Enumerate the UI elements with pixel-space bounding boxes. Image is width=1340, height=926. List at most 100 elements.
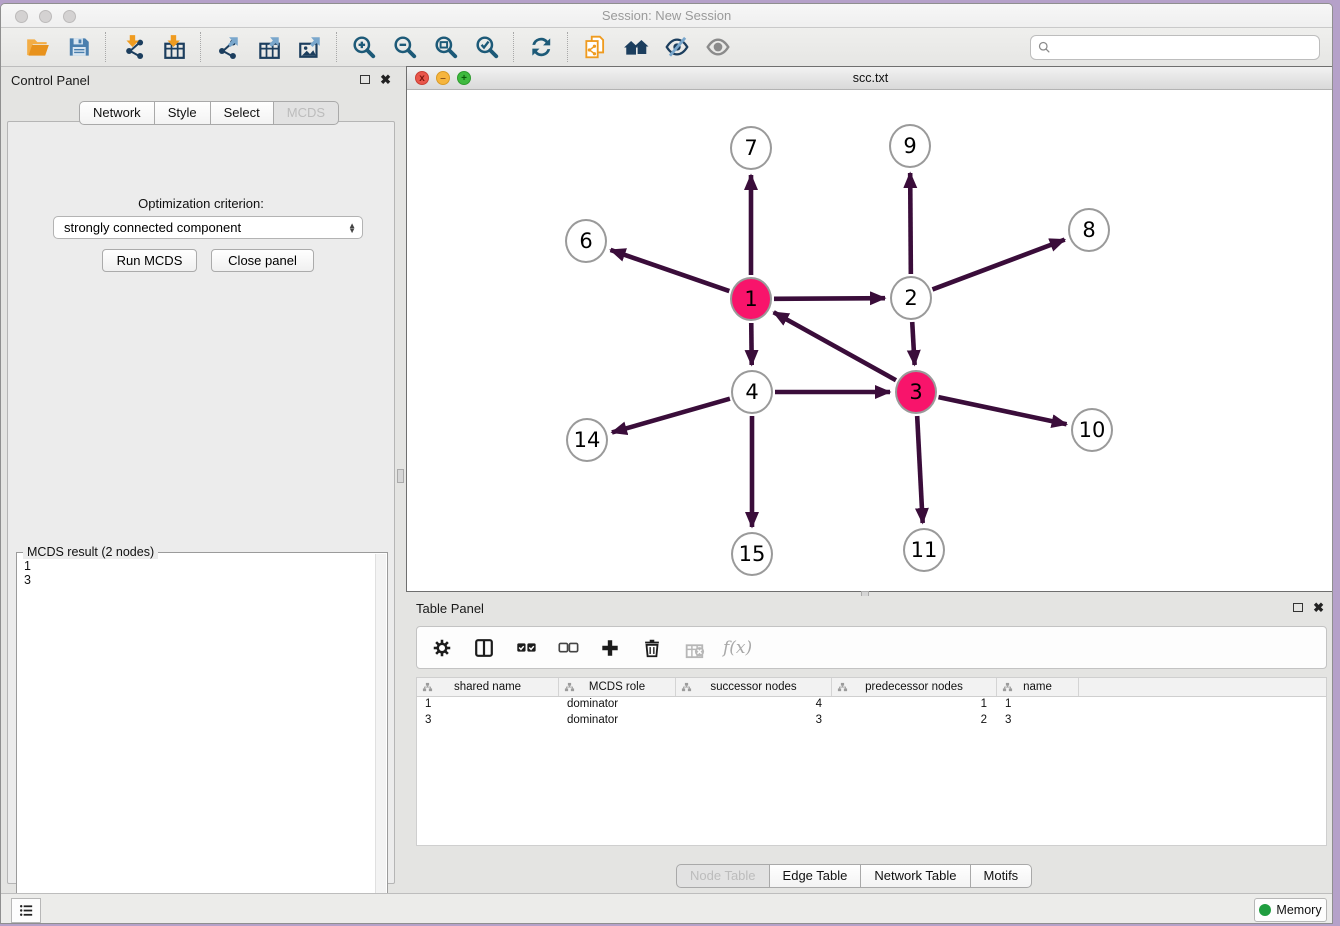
run-mcds-button[interactable]: Run MCDS	[102, 249, 197, 272]
table-cell[interactable]: 1	[997, 697, 1079, 713]
table-cell[interactable]: dominator	[559, 713, 676, 729]
criterion-dropdown-value: strongly connected component	[64, 220, 241, 235]
node-table[interactable]: shared nameMCDS rolesuccessor nodesprede…	[416, 677, 1327, 846]
export-network-button[interactable]	[214, 34, 241, 61]
tab-style[interactable]: Style	[154, 101, 211, 125]
network-window-titlebar[interactable]: x – + scc.txt	[407, 67, 1333, 90]
column-header-successor-nodes[interactable]: successor nodes	[676, 678, 832, 696]
edge-4-14[interactable]	[612, 399, 730, 433]
close-table-panel-icon[interactable]: ✖	[1313, 600, 1324, 616]
mcds-result-text[interactable]: 1 3	[18, 557, 375, 924]
tab-network-table[interactable]: Network Table	[860, 864, 970, 888]
tab-mcds[interactable]: MCDS	[273, 101, 339, 125]
save-session-button[interactable]	[65, 34, 92, 61]
network-minimize-icon[interactable]: –	[436, 71, 450, 85]
graph-node-7[interactable]: 7	[730, 126, 772, 170]
trash-button[interactable]	[639, 635, 665, 661]
table-cell[interactable]: 3	[417, 713, 559, 729]
edge-3-10[interactable]	[938, 397, 1066, 424]
zoom-selected-button[interactable]	[473, 34, 500, 61]
graph-node-8[interactable]: 8	[1068, 208, 1110, 252]
graph-node-3[interactable]: 3	[895, 370, 937, 414]
table-cell[interactable]: 1	[832, 697, 997, 713]
criterion-dropdown[interactable]: strongly connected component ▲▼	[53, 216, 363, 239]
edge-3-11[interactable]	[917, 416, 923, 523]
table-cell[interactable]: 2	[832, 713, 997, 729]
network-canvas[interactable]: 7 9 6 8 1 2 4 3 14 10 15 11	[407, 90, 1333, 591]
tab-network[interactable]: Network	[79, 101, 155, 125]
search-input[interactable]	[1052, 38, 1319, 58]
close-panel-button[interactable]: Close panel	[211, 249, 314, 272]
show-eye-button[interactable]	[704, 34, 731, 61]
network-maximize-icon[interactable]: +	[457, 71, 471, 85]
import-table-button[interactable]	[160, 34, 187, 61]
tab-motifs[interactable]: Motifs	[970, 864, 1033, 888]
graph-node-15[interactable]: 15	[731, 532, 773, 576]
export-table-button[interactable]	[255, 34, 282, 61]
close-panel-icon[interactable]: ✖	[380, 72, 391, 88]
result-scrollbar[interactable]	[375, 554, 386, 924]
graph-node-9[interactable]: 9	[889, 124, 931, 168]
window-close-button[interactable]	[15, 10, 28, 23]
tab-select[interactable]: Select	[210, 101, 274, 125]
graph-node-2[interactable]: 2	[890, 276, 932, 320]
search-box[interactable]	[1030, 35, 1320, 60]
edge-2-9[interactable]	[910, 173, 911, 274]
zoom-out-button[interactable]	[391, 34, 418, 61]
network-close-icon[interactable]: x	[415, 71, 429, 85]
add-button[interactable]	[597, 635, 623, 661]
search-area	[1030, 35, 1320, 60]
select-all-button[interactable]	[513, 635, 539, 661]
float-panel-icon[interactable]	[360, 73, 370, 87]
edge-2-3[interactable]	[912, 322, 914, 365]
column-header-MCDS-role[interactable]: MCDS role	[559, 678, 676, 696]
function-builder-button[interactable]: f(x)	[723, 638, 752, 658]
table-row[interactable]: 3dominator323	[417, 713, 1326, 729]
tab-node-table[interactable]: Node Table	[676, 864, 770, 888]
delete-table-icon	[683, 637, 705, 659]
zoom-in-button[interactable]	[350, 34, 377, 61]
zoom-in-icon	[351, 34, 377, 60]
table-cell[interactable]: 3	[997, 713, 1079, 729]
table-cell[interactable]: 4	[676, 697, 832, 713]
graph-node-1[interactable]: 1	[730, 277, 772, 321]
table-row[interactable]: 1dominator411	[417, 697, 1326, 713]
home-button[interactable]	[622, 34, 649, 61]
column-header-name[interactable]: name	[997, 678, 1079, 696]
edge-3-1[interactable]	[774, 312, 896, 380]
table-cell[interactable]: dominator	[559, 697, 676, 713]
float-table-panel-icon[interactable]	[1293, 601, 1303, 615]
edge-1-6[interactable]	[611, 250, 730, 291]
edge-1-2[interactable]	[774, 298, 885, 299]
import-network-button[interactable]	[119, 34, 146, 61]
open-file-button[interactable]	[24, 34, 51, 61]
delete-table-button[interactable]	[681, 635, 707, 661]
window-minimize-button[interactable]	[39, 10, 52, 23]
graph-node-14[interactable]: 14	[566, 418, 608, 462]
graph-node-10[interactable]: 10	[1071, 408, 1113, 452]
graph-node-4[interactable]: 4	[731, 370, 773, 414]
gear-button[interactable]	[429, 635, 455, 661]
refresh-button[interactable]	[527, 34, 554, 61]
share-session-button[interactable]	[581, 34, 608, 61]
search-icon	[1037, 40, 1052, 55]
import-network-icon	[120, 34, 146, 60]
graph-node-6[interactable]: 6	[565, 219, 607, 263]
zoom-fit-button[interactable]	[432, 34, 459, 61]
splitter-grip-vertical[interactable]	[397, 469, 404, 483]
window-zoom-button[interactable]	[63, 10, 76, 23]
table-cell[interactable]: 1	[417, 697, 559, 713]
network-window-title: scc.txt	[853, 71, 888, 85]
memory-button[interactable]: Memory	[1254, 898, 1327, 922]
column-header-predecessor-nodes[interactable]: predecessor nodes	[832, 678, 997, 696]
column-header-shared-name[interactable]: shared name	[417, 678, 559, 696]
deselect-all-button[interactable]	[555, 635, 581, 661]
show-panels-button[interactable]	[11, 898, 41, 923]
graph-node-11[interactable]: 11	[903, 528, 945, 572]
export-image-button[interactable]	[296, 34, 323, 61]
columns-button[interactable]	[471, 635, 497, 661]
hide-eye-button[interactable]	[663, 34, 690, 61]
table-cell[interactable]: 3	[676, 713, 832, 729]
tab-edge-table[interactable]: Edge Table	[769, 864, 862, 888]
edge-2-8[interactable]	[932, 240, 1064, 290]
